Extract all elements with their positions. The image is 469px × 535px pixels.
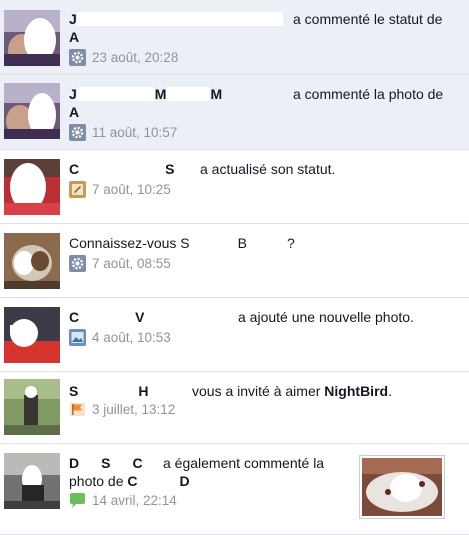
notification-item[interactable]: SH vous a invité à aimer NightBird. 3 ju… [0,372,469,444]
notification-item[interactable]: J a commenté le statut de A 23 août, 20:… [0,0,469,75]
comment-icon [69,492,86,509]
notification-action: a ajouté une nouvelle photo. [238,309,414,325]
timestamp: 4 août, 10:53 [92,330,171,345]
avatar[interactable] [4,233,60,289]
notification-action: a commenté la photo de [293,86,444,102]
sender-name[interactable]: J [69,86,77,102]
avatar[interactable] [4,159,60,215]
sender-name[interactable]: C [69,309,79,325]
notification-item[interactable]: DSC a également commenté la photo de CD … [0,444,469,535]
flag-icon [69,401,86,418]
sender-name[interactable]: D [69,455,79,471]
timestamp: 7 août, 10:25 [92,182,171,197]
target-name[interactable]: A [69,29,79,45]
photo-thumbnail[interactable] [359,455,445,519]
notification-action: a commenté le statut de [293,11,443,27]
target-name[interactable]: A [69,104,79,120]
notification-action: a actualisé son statut. [200,161,336,177]
notification-action: vous a invité à aimer NightBird. [192,383,392,399]
avatar[interactable] [4,10,60,66]
notifications-list: J a commenté le statut de A 23 août, 20:… [0,0,469,535]
sender-name[interactable]: C [69,161,79,177]
avatar[interactable] [4,83,60,139]
suggestion-text: Connaissez-vous S [69,235,190,251]
timestamp: 11 août, 10:57 [92,125,178,140]
app-name[interactable]: NightBird [324,383,388,399]
timestamp: 3 juillet, 13:12 [92,402,176,417]
target-name[interactable]: C [127,473,137,489]
notification-action: a également commenté la [163,455,325,471]
photo-icon [69,329,86,346]
notification-item[interactable]: JMM a commenté la photo de A 11 août, 10… [0,75,469,150]
avatar[interactable] [4,307,60,363]
avatar[interactable] [4,453,60,509]
notification-item[interactable]: CS a actualisé son statut. 7 août, 10:25 [0,150,469,224]
status-icon [69,181,86,198]
sender-name[interactable]: S [69,383,78,399]
timestamp: 7 août, 08:55 [92,256,171,271]
notification-item[interactable]: CV a ajouté une nouvelle photo. 4 août, … [0,298,469,372]
gear-icon [69,255,86,272]
gear-icon [69,49,86,66]
timestamp: 23 août, 20:28 [92,50,179,65]
gear-icon [69,124,86,141]
timestamp: 14 avril, 22:14 [92,493,177,508]
sender-name[interactable]: J [69,11,77,27]
notification-item[interactable]: Connaissez-vous S B? 7 août, 08:55 [0,224,469,298]
avatar[interactable] [4,379,60,435]
